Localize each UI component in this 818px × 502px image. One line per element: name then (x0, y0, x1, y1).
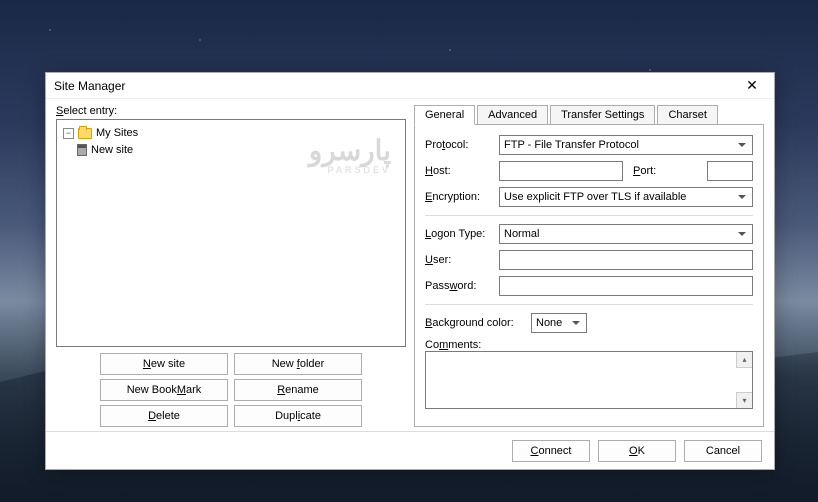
new-bookmark-button[interactable]: New BookMark (100, 379, 228, 401)
divider (425, 304, 753, 305)
password-input[interactable] (499, 276, 753, 296)
new-folder-button[interactable]: New folder (234, 353, 362, 375)
logon-type-label: Logon Type: (425, 228, 493, 240)
scroll-down-icon[interactable]: ▾ (736, 392, 752, 408)
tree-item-label: New site (91, 144, 133, 156)
left-panel: Select entry: − My Sites New site پارسرو… (56, 105, 406, 427)
general-panel: Protocol: FTP - File Transfer Protocol H… (414, 124, 764, 427)
tab-advanced[interactable]: Advanced (477, 105, 548, 125)
close-button[interactable]: ✕ (738, 76, 766, 96)
port-input[interactable] (707, 161, 753, 181)
host-label: Host: (425, 165, 493, 177)
site-manager-dialog: Site Manager ✕ Select entry: − My Sites … (45, 72, 775, 470)
port-label: Port: (633, 165, 701, 177)
tree-root-my-sites[interactable]: − My Sites (63, 125, 399, 141)
tab-charset[interactable]: Charset (657, 105, 718, 125)
new-site-button[interactable]: New site (100, 353, 228, 375)
tab-strip: General Advanced Transfer Settings Chars… (414, 105, 764, 125)
background-color-combo[interactable]: None (531, 313, 587, 333)
delete-button[interactable]: Delete (100, 405, 228, 427)
encryption-label: Encryption: (425, 191, 493, 203)
window-title: Site Manager (54, 79, 738, 93)
divider (425, 215, 753, 216)
scroll-up-icon[interactable]: ▴ (736, 352, 752, 368)
cancel-button[interactable]: Cancel (684, 440, 762, 462)
ok-button[interactable]: OK (598, 440, 676, 462)
encryption-combo[interactable]: Use explicit FTP over TLS if available (499, 187, 753, 207)
right-panel: General Advanced Transfer Settings Chars… (414, 105, 764, 427)
logon-type-combo[interactable]: Normal (499, 224, 753, 244)
tab-transfer-settings[interactable]: Transfer Settings (550, 105, 655, 125)
tree-root-label: My Sites (96, 127, 138, 139)
titlebar: Site Manager ✕ (46, 73, 774, 99)
protocol-label: Protocol: (425, 139, 493, 151)
rename-button[interactable]: Rename (234, 379, 362, 401)
tree-item-new-site[interactable]: New site (63, 142, 399, 158)
protocol-combo[interactable]: FTP - File Transfer Protocol (499, 135, 753, 155)
tab-general[interactable]: General (414, 105, 475, 125)
comments-textarea[interactable]: ▴ ▾ (425, 351, 753, 409)
server-icon (77, 144, 87, 156)
dialog-footer: Connect OK Cancel (46, 431, 774, 469)
duplicate-button[interactable]: Duplicate (234, 405, 362, 427)
host-input[interactable] (499, 161, 623, 181)
connect-button[interactable]: Connect (512, 440, 590, 462)
user-label: User: (425, 254, 493, 266)
folder-icon (78, 128, 92, 139)
select-entry-label: Select entry: (56, 105, 406, 117)
user-input[interactable] (499, 250, 753, 270)
collapse-icon[interactable]: − (63, 128, 74, 139)
password-label: Password: (425, 280, 493, 292)
comments-label: Comments: (425, 339, 481, 351)
background-color-label: Background color: (425, 317, 525, 329)
site-tree[interactable]: − My Sites New site پارسرو PARSDEV (56, 119, 406, 347)
